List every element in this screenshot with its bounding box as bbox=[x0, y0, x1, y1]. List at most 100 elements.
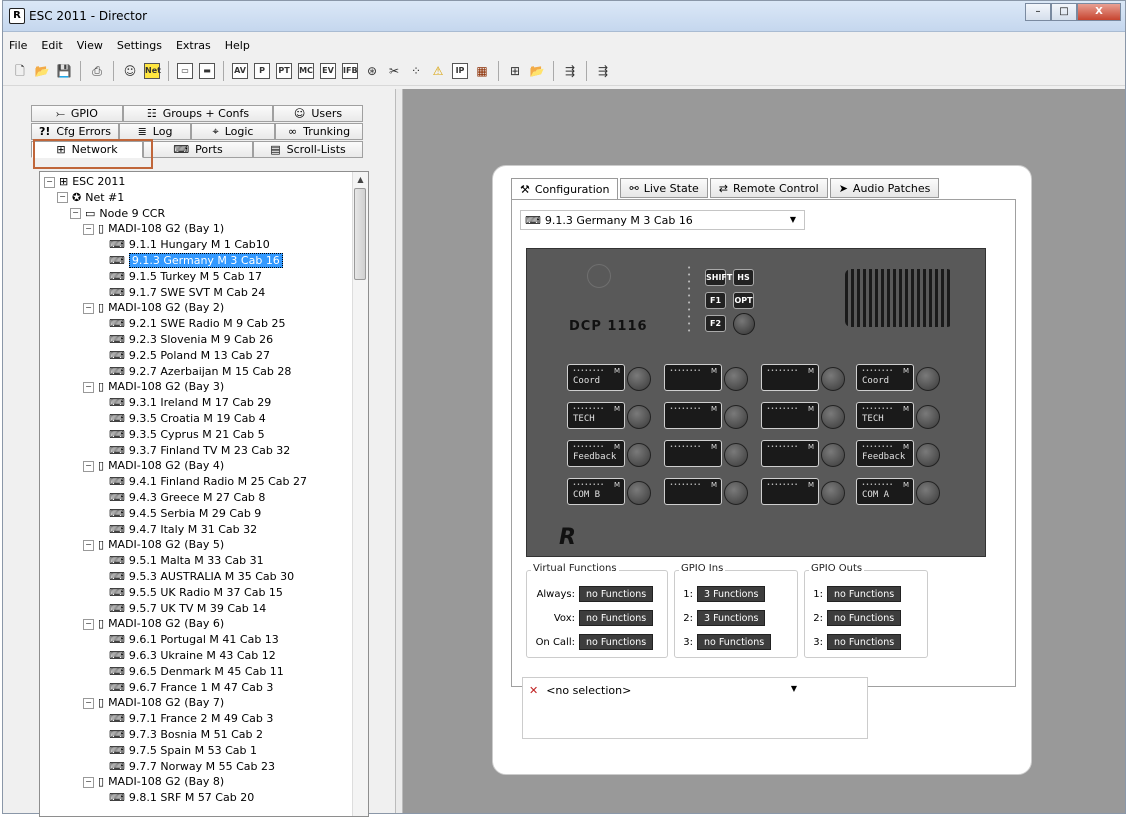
collapse-icon[interactable]: − bbox=[83, 302, 94, 314]
tree-node[interactable]: ⌨ 9.7.7 Norway M 55 Cab 23 bbox=[96, 759, 275, 774]
warning-icon[interactable]: ⚠ bbox=[430, 63, 446, 79]
function-button[interactable]: no Functions bbox=[697, 634, 772, 650]
collapse-icon[interactable]: − bbox=[70, 208, 81, 220]
menu-help[interactable]: Help bbox=[225, 39, 250, 52]
maximize-button[interactable]: □ bbox=[1051, 3, 1077, 21]
ifb-button[interactable]: IFB bbox=[342, 63, 358, 79]
tree-node[interactable]: ⌨ 9.6.1 Portugal M 41 Cab 13 bbox=[96, 632, 279, 647]
function-button[interactable]: no Functions bbox=[579, 634, 654, 650]
talk-key-button[interactable] bbox=[916, 443, 940, 467]
tab-remote-control[interactable]: ⇄ Remote Control bbox=[709, 178, 828, 198]
tab-logic[interactable]: ⌖ Logic bbox=[191, 123, 275, 140]
talk-key-button[interactable] bbox=[627, 405, 651, 429]
talk-key-button[interactable] bbox=[627, 443, 651, 467]
function-button[interactable]: 3 Functions bbox=[697, 586, 766, 602]
layout-1-icon[interactable]: ▭ bbox=[177, 63, 193, 79]
shift-key[interactable]: SHIFT bbox=[705, 269, 732, 286]
open-icon[interactable]: 📂 bbox=[34, 63, 50, 79]
tree-node[interactable]: ⌨ 9.4.7 Italy M 31 Cab 32 bbox=[96, 522, 257, 537]
function-button[interactable]: 3 Functions bbox=[697, 610, 766, 626]
menu-file[interactable]: File bbox=[9, 39, 27, 52]
tools-icon[interactable]: ✂ bbox=[386, 63, 402, 79]
collapse-icon[interactable]: − bbox=[83, 460, 94, 472]
scroll-up-icon[interactable]: ▲ bbox=[353, 172, 368, 187]
tree-node[interactable]: − ⊞ ESC 2011 bbox=[44, 174, 125, 189]
tree-node[interactable]: − ▭ Node 9 CCR bbox=[70, 206, 165, 221]
tree-node[interactable]: ⌨ 9.3.7 Finland TV M 23 Cab 32 bbox=[96, 443, 290, 458]
talk-key-button[interactable] bbox=[724, 367, 748, 391]
key-label-display[interactable]: •••••••• M bbox=[761, 402, 819, 429]
function-button[interactable]: no Functions bbox=[827, 586, 902, 602]
talk-key-button[interactable] bbox=[821, 367, 845, 391]
scroll-thumb[interactable] bbox=[354, 188, 366, 280]
tree-node[interactable]: − ▯ MADI-108 G2 (Bay 8) bbox=[83, 774, 224, 789]
talk-key-button[interactable] bbox=[724, 481, 748, 505]
key-label-display[interactable]: •••••••• M COM A bbox=[856, 478, 914, 505]
talk-key-button[interactable] bbox=[821, 481, 845, 505]
talk-key-button[interactable] bbox=[821, 443, 845, 467]
tree-node[interactable]: − ▯ MADI-108 G2 (Bay 6) bbox=[83, 616, 224, 631]
tab-users[interactable]: ☺ Users bbox=[273, 105, 363, 122]
tab-audio-patches[interactable]: ➤ Audio Patches bbox=[829, 178, 940, 198]
tree-node[interactable]: ⌨ 9.2.3 Slovenia M 9 Cab 26 bbox=[96, 332, 273, 347]
tree-node[interactable]: ⌨ 9.2.7 Azerbaijan M 15 Cab 28 bbox=[96, 364, 291, 379]
grid-icon[interactable]: ▦ bbox=[474, 63, 490, 79]
tree-node[interactable]: ⌨ 9.1.5 Turkey M 5 Cab 17 bbox=[96, 269, 262, 284]
network-c-icon[interactable]: ⇶ bbox=[562, 63, 578, 79]
minimize-button[interactable]: – bbox=[1025, 3, 1051, 21]
collapse-icon[interactable]: − bbox=[83, 776, 94, 788]
key-label-display[interactable]: •••••••• M Coord bbox=[567, 364, 625, 391]
tree-node[interactable]: ⌨ 9.5.7 UK TV M 39 Cab 14 bbox=[96, 601, 266, 616]
save-icon[interactable]: 💾 bbox=[56, 63, 72, 79]
tree-node[interactable]: ⌨ 9.3.1 Ireland M 17 Cab 29 bbox=[96, 395, 271, 410]
menu-view[interactable]: View bbox=[77, 39, 103, 52]
key-label-display[interactable]: •••••••• M Coord bbox=[856, 364, 914, 391]
hs-key[interactable]: HS bbox=[733, 269, 754, 286]
collapse-icon[interactable]: − bbox=[83, 381, 94, 393]
talk-key-button[interactable] bbox=[916, 405, 940, 429]
tree-node[interactable]: ⌨ 9.6.5 Denmark M 45 Cab 11 bbox=[96, 664, 284, 679]
tree-node[interactable]: ⌨ 9.5.1 Malta M 33 Cab 31 bbox=[96, 553, 264, 568]
menu-extras[interactable]: Extras bbox=[176, 39, 211, 52]
net-button[interactable]: Net bbox=[144, 63, 161, 79]
talk-key-button[interactable] bbox=[627, 367, 651, 391]
tree-node[interactable]: ⌨ 9.3.5 Croatia M 19 Cab 4 bbox=[96, 411, 266, 426]
round-key[interactable] bbox=[733, 313, 755, 335]
collapse-icon[interactable]: − bbox=[57, 192, 68, 204]
talk-key-button[interactable] bbox=[724, 443, 748, 467]
tree-node[interactable]: − ▯ MADI-108 G2 (Bay 7) bbox=[83, 695, 224, 710]
key-label-display[interactable]: •••••••• M Feedback bbox=[567, 440, 625, 467]
collapse-icon[interactable]: − bbox=[83, 618, 94, 630]
tab-trunking[interactable]: ∞ Trunking bbox=[275, 123, 363, 140]
function-button[interactable]: no Functions bbox=[579, 610, 654, 626]
key-label-display[interactable]: •••••••• M bbox=[761, 440, 819, 467]
talk-key-button[interactable] bbox=[916, 367, 940, 391]
function-button[interactable]: no Functions bbox=[827, 634, 902, 650]
tree-node[interactable]: ⌨ 9.7.1 France 2 M 49 Cab 3 bbox=[96, 711, 273, 726]
tree-node[interactable]: ⌨ 9.1.3 Germany M 3 Cab 16 bbox=[96, 253, 283, 268]
tree-node[interactable]: ⌨ 9.4.3 Greece M 27 Cab 8 bbox=[96, 490, 265, 505]
tree-node[interactable]: ⌨ 9.5.3 AUSTRALIA M 35 Cab 30 bbox=[96, 569, 294, 584]
print-icon[interactable]: ⎙ bbox=[89, 63, 105, 79]
tab-log[interactable]: ≣ Log bbox=[119, 123, 191, 140]
opt-key[interactable]: OPT bbox=[733, 292, 754, 309]
network-d-icon[interactable]: ⇶ bbox=[595, 63, 611, 79]
key-label-display[interactable]: •••••••• M TECH bbox=[567, 402, 625, 429]
collapse-icon[interactable]: − bbox=[44, 176, 55, 188]
tree-node[interactable]: ⌨ 9.6.7 France 1 M 47 Cab 3 bbox=[96, 680, 273, 695]
ip-button[interactable]: IP bbox=[452, 63, 468, 79]
tree-node[interactable]: − ▯ MADI-108 G2 (Bay 5) bbox=[83, 537, 224, 552]
av-button[interactable]: AV bbox=[232, 63, 248, 79]
port-select[interactable]: ⌨ 9.1.3 Germany M 3 Cab 16 ▼ bbox=[520, 210, 805, 230]
panel-splitter[interactable] bbox=[395, 89, 403, 813]
talk-key-button[interactable] bbox=[821, 405, 845, 429]
key-label-display[interactable]: •••••••• M bbox=[761, 478, 819, 505]
layout-2-icon[interactable]: ▬ bbox=[199, 63, 215, 79]
mc-button[interactable]: MC bbox=[298, 63, 314, 79]
key-label-display[interactable]: •••••••• M bbox=[664, 364, 722, 391]
tree-node[interactable]: − ✪ Net #1 bbox=[57, 190, 124, 205]
tree-node[interactable]: ⌨ 9.3.5 Cyprus M 21 Cab 5 bbox=[96, 427, 265, 442]
tree-node[interactable]: ⌨ 9.8.1 SRF M 57 Cab 20 bbox=[96, 790, 254, 805]
pt-button[interactable]: PT bbox=[276, 63, 292, 79]
key-label-display[interactable]: •••••••• M bbox=[761, 364, 819, 391]
